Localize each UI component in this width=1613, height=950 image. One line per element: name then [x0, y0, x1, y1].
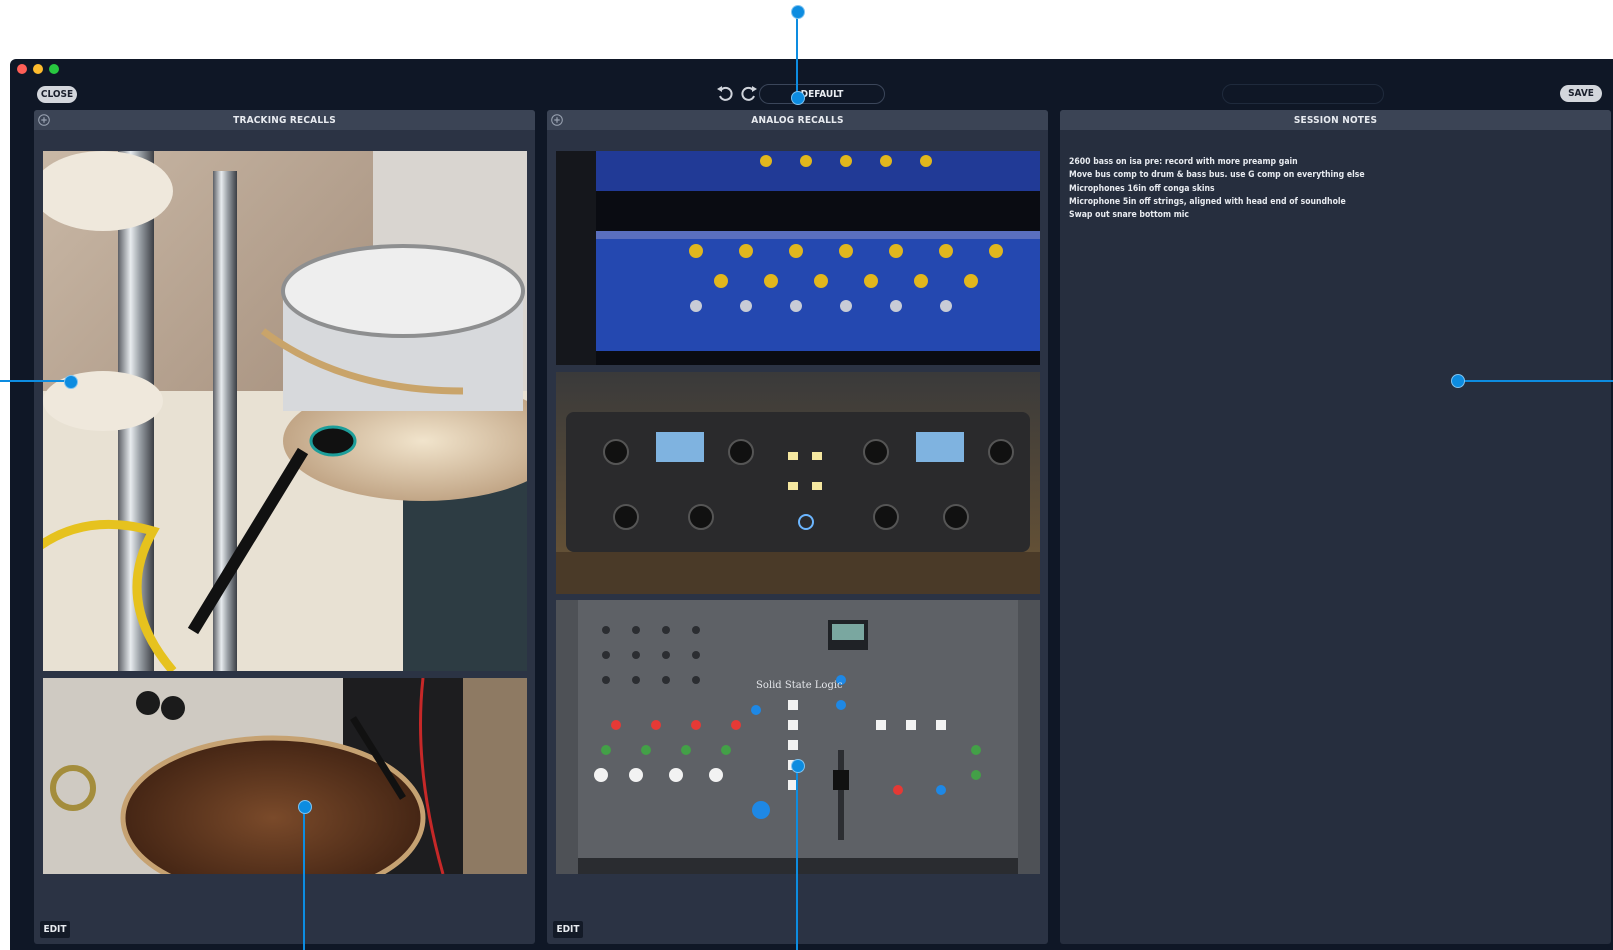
analog-edit-button[interactable]: EDIT [553, 921, 583, 938]
undo-icon[interactable] [715, 83, 735, 103]
ssl-console-photo[interactable]: Solid State Logic [556, 600, 1040, 874]
note-line: Microphones 16in off conga skins [1069, 183, 1215, 194]
compressor-photo[interactable] [556, 372, 1040, 594]
save-button[interactable]: SAVE [1560, 85, 1602, 102]
undo-redo-group [715, 83, 759, 103]
tracking-recalls-header: TRACKING RECALLS [34, 110, 535, 130]
analog-recalls-header: ANALOG RECALLS [547, 110, 1048, 130]
focusrite-rack-photo[interactable] [556, 151, 1040, 365]
window-close-dot[interactable] [17, 64, 27, 74]
ssl-console-image: Solid State Logic [556, 600, 1040, 874]
note-line: Move bus comp to drum & bass bus. use G … [1069, 170, 1365, 181]
analog-recalls-title: ANALOG RECALLS [751, 114, 844, 126]
session-notes-header: SESSION NOTES [1060, 110, 1611, 130]
callout-dot-top [791, 5, 805, 19]
session-notes-title: SESSION NOTES [1293, 114, 1378, 126]
preset-selector[interactable]: DEFAULT [759, 84, 885, 104]
tracking-edit-button[interactable]: EDIT [40, 921, 70, 938]
focusrite-rack-image [556, 151, 1040, 365]
callout-line-bottom-left [303, 806, 305, 950]
callout-dot-left [64, 375, 78, 389]
tracking-recalls-panel: TRACKING RECALLS EDIT [34, 110, 535, 944]
window-zoom-dot[interactable] [49, 64, 59, 74]
callout-line-top [796, 12, 798, 96]
note-line: Swap out snare bottom mic [1069, 210, 1190, 221]
session-notes-panel: SESSION NOTES 2600 bass on isa pre: reco… [1060, 110, 1611, 944]
callout-dot-bottom-mid [791, 759, 805, 773]
app-window: CLOSE DEFAULT SAVE TRACKING RECALLS EDIT… [10, 59, 1613, 950]
callout-line-left [0, 380, 70, 382]
callout-dot-bottom-left [298, 800, 312, 814]
window-minimize-dot[interactable] [33, 64, 43, 74]
callout-line-right [1457, 380, 1613, 382]
callout-dot-right [1451, 374, 1465, 388]
redo-icon[interactable] [739, 83, 759, 103]
drum-kit-photo[interactable] [43, 151, 527, 671]
tracking-recalls-title: TRACKING RECALLS [233, 114, 336, 126]
callout-dot-preset [791, 91, 805, 105]
conga-photo[interactable] [43, 678, 527, 874]
session-notes-text[interactable]: 2600 bass on isa pre: record with more p… [1069, 156, 1365, 222]
ghost-preset-box [1222, 84, 1384, 104]
close-button[interactable]: CLOSE [37, 86, 77, 103]
add-icon[interactable] [38, 114, 50, 126]
ssl-brand-label: Solid State Logic [756, 680, 843, 691]
note-line: 2600 bass on isa pre: record with more p… [1069, 157, 1298, 167]
compressor-image [556, 372, 1040, 594]
conga-image [43, 678, 527, 874]
callout-line-bottom-mid [796, 765, 798, 950]
drum-kit-image [43, 151, 527, 671]
add-icon[interactable] [551, 114, 563, 126]
note-line: Microphone 5in off strings, aligned with… [1069, 196, 1346, 207]
